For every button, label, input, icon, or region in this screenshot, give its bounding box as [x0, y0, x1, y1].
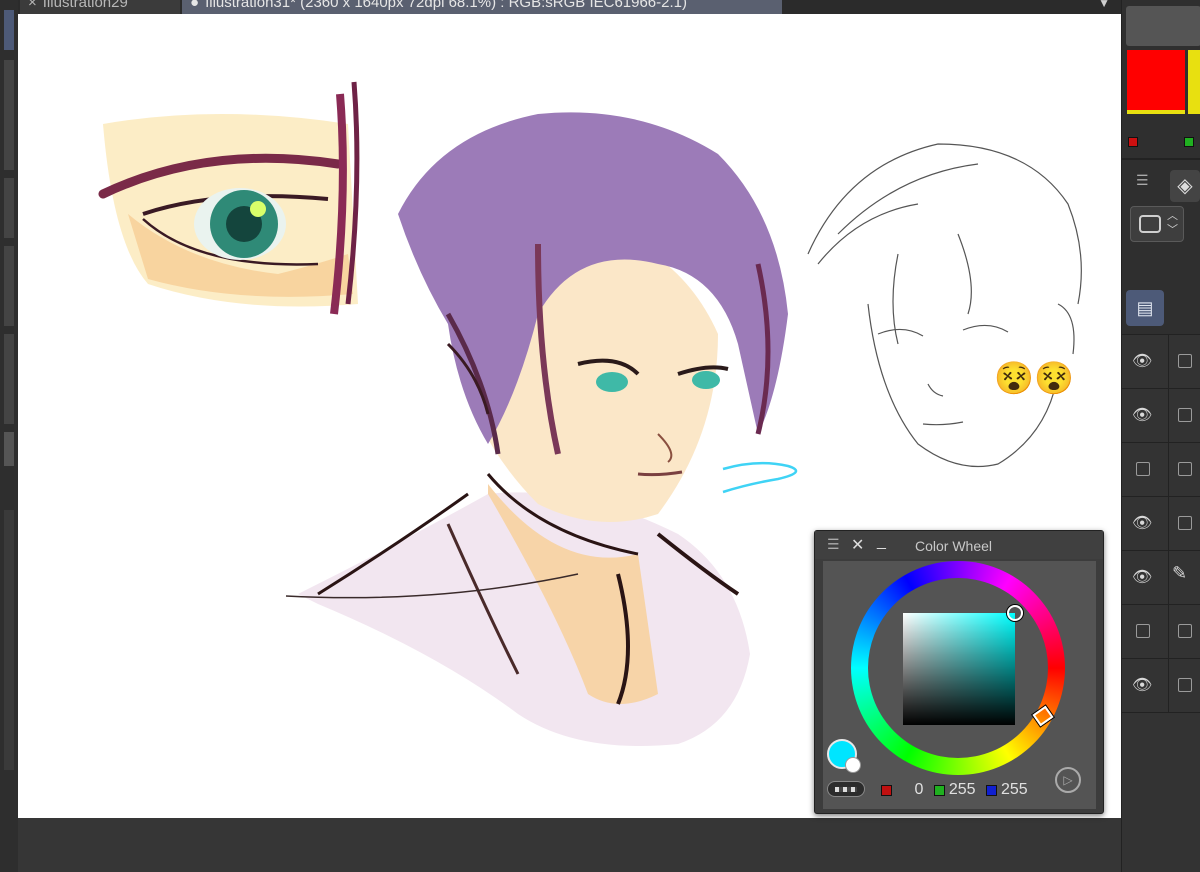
main-character-portrait: [285, 112, 788, 746]
layer-checkbox[interactable]: [1178, 408, 1192, 422]
layer-checkbox[interactable]: [1178, 516, 1192, 530]
visibility-checkbox[interactable]: [1136, 462, 1150, 476]
saturation-value-square[interactable]: [903, 613, 1015, 725]
eye-icon[interactable]: 👁: [1132, 405, 1158, 424]
layer-checkbox[interactable]: [1178, 462, 1192, 476]
transparent-color-toggle[interactable]: [827, 781, 865, 797]
up-down-icon: ︿ ﹀: [1167, 210, 1178, 236]
panel-divider: [1122, 158, 1200, 160]
menu-icon[interactable]: ☰: [827, 536, 840, 553]
cyan-scribble: [722, 461, 798, 494]
panel-header-button[interactable]: [1126, 6, 1200, 46]
panel-title-bar[interactable]: ☰ ✕ _ Color Wheel: [815, 531, 1103, 559]
status-bar: [18, 818, 1121, 872]
green-channel-icon: [933, 784, 945, 796]
layer-row[interactable]: 👁 ✎: [1122, 550, 1200, 605]
tool-group[interactable]: [4, 178, 14, 238]
square-icon: [1139, 215, 1161, 233]
eye-icon[interactable]: 👁: [1132, 351, 1158, 370]
panel-title: Color Wheel: [915, 538, 993, 554]
layer-row[interactable]: 👁: [1122, 334, 1200, 389]
tool-button[interactable]: [4, 10, 14, 50]
pen-icon: ✎: [1172, 563, 1188, 583]
tab-illustration31[interactable]: ● Illustration31* (2360 x 1640px 72dpi 68…: [182, 0, 782, 14]
minimize-icon[interactable]: _: [877, 533, 886, 551]
tab-illustration29[interactable]: × Illustration29: [20, 0, 180, 14]
eye-study-sketch: [98, 81, 360, 315]
right-panel: ☰ ◈ ︿ ﹀ ▤ 👁 👁 👁 👁 ✎ 👁: [1121, 0, 1200, 872]
layer-row[interactable]: 👁: [1122, 496, 1200, 551]
layer-row[interactable]: 👁: [1122, 658, 1200, 713]
close-icon[interactable]: ✕: [851, 535, 864, 555]
layers-icon[interactable]: ◈: [1170, 170, 1200, 202]
layer-row[interactable]: 👁: [1122, 388, 1200, 443]
close-icon[interactable]: ×: [28, 0, 37, 11]
rgb-values: 0 255 255: [881, 781, 1034, 799]
tab-label: Illustration29: [42, 0, 128, 11]
tool-button[interactable]: [4, 432, 14, 466]
layer-property-icon[interactable]: ▤: [1126, 290, 1164, 326]
layer-row[interactable]: [1122, 442, 1200, 497]
dizzy-face-emoji: 😵: [1034, 360, 1074, 396]
pencil-sketch-head: [807, 143, 1082, 468]
layer-row[interactable]: [1122, 604, 1200, 659]
sub-color-indicator[interactable]: [845, 757, 861, 773]
layer-checkbox[interactable]: [1178, 678, 1192, 692]
eye-icon[interactable]: 👁: [1132, 675, 1158, 694]
layer-checkbox[interactable]: [1178, 624, 1192, 638]
tab-dot-icon: ●: [190, 0, 200, 11]
chevron-down-icon[interactable]: ▼: [1098, 0, 1110, 10]
eye-icon[interactable]: 👁: [1132, 513, 1158, 532]
red-channel-icon: [1128, 137, 1138, 147]
visibility-checkbox[interactable]: [1136, 624, 1150, 638]
tab-label: Illustration31* (2360 x 1640px 72dpi 68.…: [205, 0, 687, 11]
eye-icon[interactable]: 👁: [1132, 567, 1158, 586]
red-value[interactable]: 0: [914, 781, 923, 799]
red-channel-icon: [881, 784, 892, 796]
menu-icon[interactable]: ☰: [1136, 172, 1149, 189]
dizzy-face-emoji: 😵: [994, 360, 1034, 396]
blue-channel-icon: [985, 784, 997, 796]
play-icon[interactable]: ▷: [1055, 767, 1081, 793]
document-tab-bar: × Illustration29 ● Illustration31* (2360 x…: [0, 0, 1122, 14]
blend-mode-selector[interactable]: ︿ ﹀: [1130, 206, 1184, 242]
green-channel-icon: [1184, 137, 1194, 147]
tool-group[interactable]: [4, 60, 14, 170]
sub-color-swatch[interactable]: [1188, 50, 1200, 114]
paint-app-window: × Illustration29 ● Illustration31* (2360 x…: [0, 0, 1200, 872]
layer-checkbox[interactable]: [1178, 354, 1192, 368]
main-color-swatch[interactable]: [1127, 50, 1185, 114]
layer-list-empty: [1122, 712, 1200, 872]
tool-group[interactable]: [4, 334, 14, 424]
green-value[interactable]: 255: [949, 781, 976, 799]
sv-handle[interactable]: [1007, 605, 1023, 621]
tool-scroll-area[interactable]: [4, 510, 14, 770]
left-tool-strip: [0, 0, 18, 872]
tool-group[interactable]: [4, 246, 14, 326]
blue-value[interactable]: 255: [1001, 781, 1028, 799]
color-wheel-panel: ☰ ✕ _ Color Wheel 0 255 255 ▷: [814, 530, 1104, 814]
